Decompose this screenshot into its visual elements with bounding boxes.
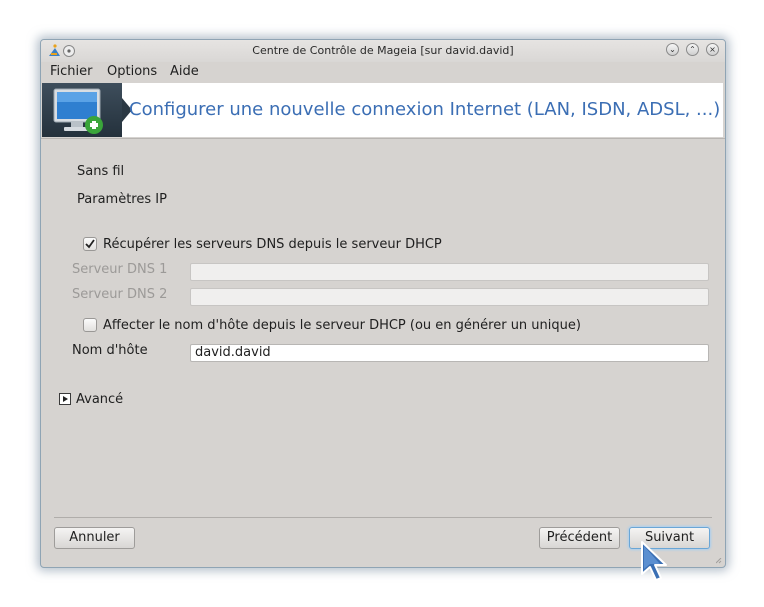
dns1-input[interactable] xyxy=(190,263,709,281)
minimize-icon[interactable]: ⌄ xyxy=(666,43,679,56)
mouse-pointer-icon xyxy=(641,541,667,581)
dns-dhcp-label[interactable]: Récupérer les serveurs DNS depuis le ser… xyxy=(103,237,442,252)
advanced-label[interactable]: Avancé xyxy=(76,392,123,407)
previous-button[interactable]: Précédent xyxy=(539,527,620,549)
window-controls: ⌄ ⌃ × xyxy=(666,43,719,56)
app-window: Centre de Contrôle de Mageia [sur david.… xyxy=(40,39,726,568)
menu-fichier[interactable]: Fichier xyxy=(50,64,93,79)
close-icon[interactable]: × xyxy=(706,43,719,56)
resize-grip-icon[interactable] xyxy=(716,558,722,564)
hostname-dhcp-checkbox[interactable] xyxy=(83,318,97,332)
menu-options[interactable]: Options xyxy=(107,64,157,79)
checkmark-icon xyxy=(85,239,95,249)
dns2-label: Serveur DNS 2 xyxy=(72,287,168,302)
header-divider xyxy=(41,138,725,139)
menu-aide[interactable]: Aide xyxy=(170,64,199,79)
hostname-dhcp-label[interactable]: Affecter le nom d'hôte depuis le serveur… xyxy=(103,318,581,333)
page-title: Configurer une nouvelle connexion Intern… xyxy=(129,99,721,120)
dns2-input[interactable] xyxy=(190,288,709,306)
banner-icon-area xyxy=(42,83,122,137)
hostname-input[interactable]: david.david xyxy=(190,344,709,362)
window-title: Centre de Contrôle de Mageia [sur david.… xyxy=(252,44,514,57)
wireless-section-label: Sans fil xyxy=(77,164,125,179)
menu-bar: Fichier Options Aide xyxy=(41,63,725,81)
maximize-icon[interactable]: ⌃ xyxy=(686,43,699,56)
dns1-label: Serveur DNS 1 xyxy=(72,262,168,277)
hostname-label: Nom d'hôte xyxy=(72,343,148,358)
advanced-expander-icon[interactable] xyxy=(59,393,71,405)
footer-divider xyxy=(54,517,712,518)
network-monitor-add-icon xyxy=(53,88,103,134)
ip-params-section-label: Paramètres IP xyxy=(77,192,167,207)
cancel-button[interactable]: Annuler xyxy=(54,527,135,549)
dns-dhcp-checkbox[interactable] xyxy=(83,237,97,251)
title-bar[interactable]: Centre de Contrôle de Mageia [sur david.… xyxy=(41,40,725,62)
header-banner: Configurer une nouvelle connexion Intern… xyxy=(42,83,723,137)
